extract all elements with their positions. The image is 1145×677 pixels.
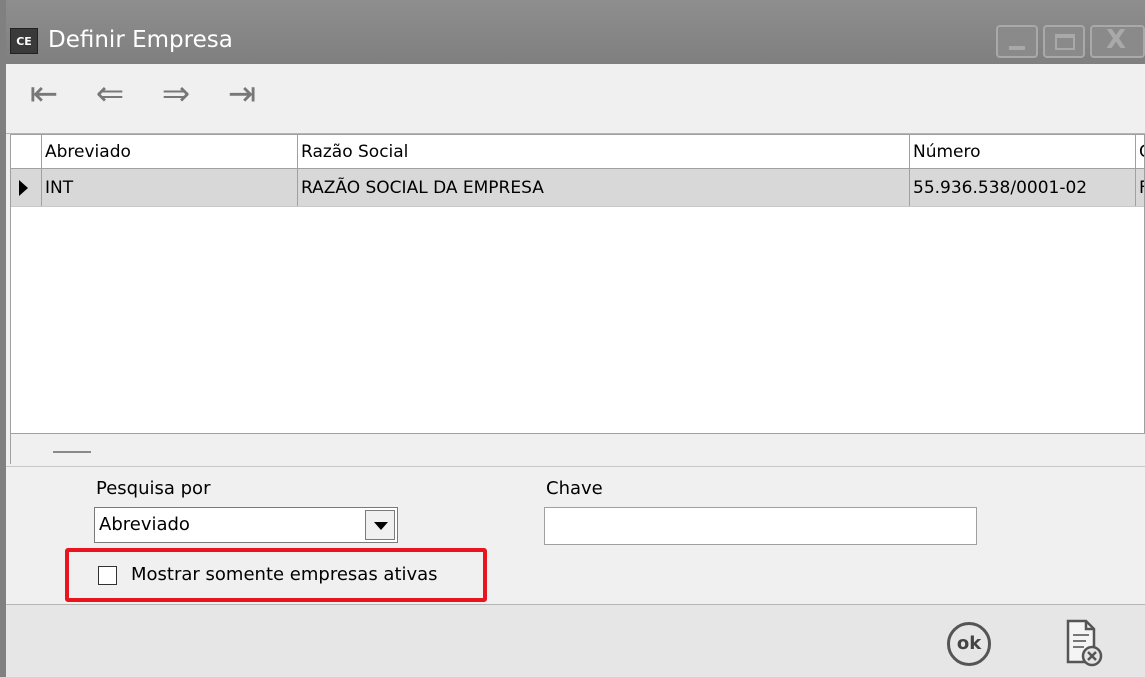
dropdown-button[interactable] (365, 510, 395, 540)
minimize-button[interactable] (996, 25, 1038, 58)
grid-header: Abreviado Razão Social Número C (11, 135, 1144, 169)
close-button[interactable]: X (1090, 25, 1145, 58)
ok-button[interactable]: ok (947, 622, 991, 666)
current-row-pointer-icon (19, 180, 28, 196)
minimize-icon (1009, 46, 1025, 50)
row-indicator (11, 169, 42, 206)
column-header-extra[interactable]: C (1136, 135, 1144, 168)
active-only-label[interactable]: Mostrar somente empresas ativas (131, 564, 438, 585)
key-label: Chave (546, 478, 603, 499)
maximize-button[interactable] (1043, 25, 1085, 58)
table-row[interactable]: INT RAZÃO SOCIAL DA EMPRESA 55.936.538/0… (11, 169, 1144, 207)
column-header-razao-social[interactable]: Razão Social (298, 135, 910, 168)
column-header-numero[interactable]: Número (910, 135, 1136, 168)
column-header-abreviado[interactable]: Abreviado (42, 135, 298, 168)
cell-numero[interactable]: 55.936.538/0001-02 (910, 169, 1136, 206)
splitter-handle-icon (53, 451, 91, 453)
title-bar[interactable]: CE Definir Empresa X (6, 0, 1145, 64)
companies-grid[interactable]: Abreviado Razão Social Número C INT RAZÃ… (10, 134, 1145, 434)
cell-abreviado[interactable]: INT (42, 169, 298, 206)
grid-empty-area (11, 207, 1144, 433)
search-by-value: Abreviado (99, 514, 190, 535)
window-title: Definir Empresa (48, 27, 233, 53)
indicator-column-header (11, 135, 42, 168)
active-only-checkbox[interactable] (98, 566, 117, 585)
close-icon: X (1106, 25, 1127, 55)
key-input[interactable] (544, 507, 977, 545)
app-logo-icon: CE (10, 28, 38, 54)
previous-record-icon[interactable]: ⇐ (90, 74, 130, 114)
next-record-icon[interactable]: ⇒ (156, 74, 196, 114)
search-by-label: Pesquisa por (96, 478, 211, 499)
chevron-down-icon (374, 522, 388, 530)
cell-razao-social[interactable]: RAZÃO SOCIAL DA EMPRESA (298, 169, 910, 206)
last-record-icon[interactable]: ⇥ (222, 74, 262, 114)
cell-extra[interactable]: F (1136, 169, 1144, 206)
maximize-icon (1055, 34, 1075, 50)
search-by-select[interactable]: Abreviado (94, 507, 398, 543)
cancel-document-icon (1066, 619, 1103, 667)
cancel-button[interactable] (1064, 618, 1104, 668)
grid-splitter[interactable] (10, 434, 1145, 464)
definir-empresa-window: CE Definir Empresa X ⇤ ⇐ ⇒ ⇥ Abreviado R… (0, 0, 1145, 677)
record-navigation-toolbar: ⇤ ⇐ ⇒ ⇥ (6, 64, 1145, 134)
first-record-icon[interactable]: ⇤ (24, 74, 64, 114)
